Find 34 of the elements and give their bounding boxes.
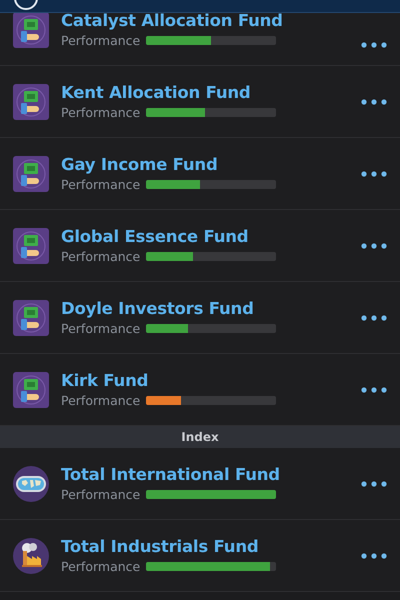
fund-name: Catalyst Allocation Fund bbox=[61, 11, 284, 30]
performance-label: Performance bbox=[61, 249, 140, 264]
performance-label: Performance bbox=[61, 33, 140, 48]
money-hand-icon bbox=[13, 300, 49, 336]
fund-name: Kent Allocation Fund bbox=[61, 83, 252, 102]
fund-name: Gay Income Fund bbox=[61, 155, 219, 174]
money-hand-icon bbox=[13, 84, 49, 120]
performance-label: Performance bbox=[61, 105, 140, 120]
money-hand-icon bbox=[13, 156, 49, 192]
more-icon[interactable] bbox=[361, 314, 387, 320]
performance-label: Performance bbox=[61, 393, 140, 408]
performance-label: Performance bbox=[61, 177, 140, 192]
fund-name: Kirk Fund bbox=[61, 371, 150, 390]
fund-row[interactable]: Catalyst Allocation Fund Performance bbox=[0, 13, 400, 66]
more-icon[interactable] bbox=[361, 386, 387, 392]
fund-name: Total International Fund bbox=[61, 465, 281, 484]
more-icon[interactable] bbox=[361, 242, 387, 248]
more-icon[interactable] bbox=[361, 480, 387, 486]
fund-name: Total Industrials Fund bbox=[61, 537, 260, 556]
more-icon[interactable] bbox=[361, 170, 387, 176]
money-hand-icon bbox=[13, 12, 49, 48]
factory-icon bbox=[13, 538, 49, 574]
performance-label: Performance bbox=[61, 321, 140, 336]
more-icon[interactable] bbox=[361, 552, 387, 558]
section-header: Index bbox=[0, 426, 400, 448]
money-hand-icon bbox=[13, 228, 49, 264]
fund-name: Global Essence Fund bbox=[61, 227, 250, 246]
more-icon[interactable] bbox=[361, 42, 387, 48]
performance-label: Performance bbox=[61, 487, 140, 502]
money-hand-icon bbox=[13, 372, 49, 408]
performance-label: Performance bbox=[61, 559, 140, 574]
fund-name: Doyle Investors Fund bbox=[61, 299, 255, 318]
world-map-icon bbox=[13, 466, 49, 502]
more-icon[interactable] bbox=[361, 98, 387, 104]
